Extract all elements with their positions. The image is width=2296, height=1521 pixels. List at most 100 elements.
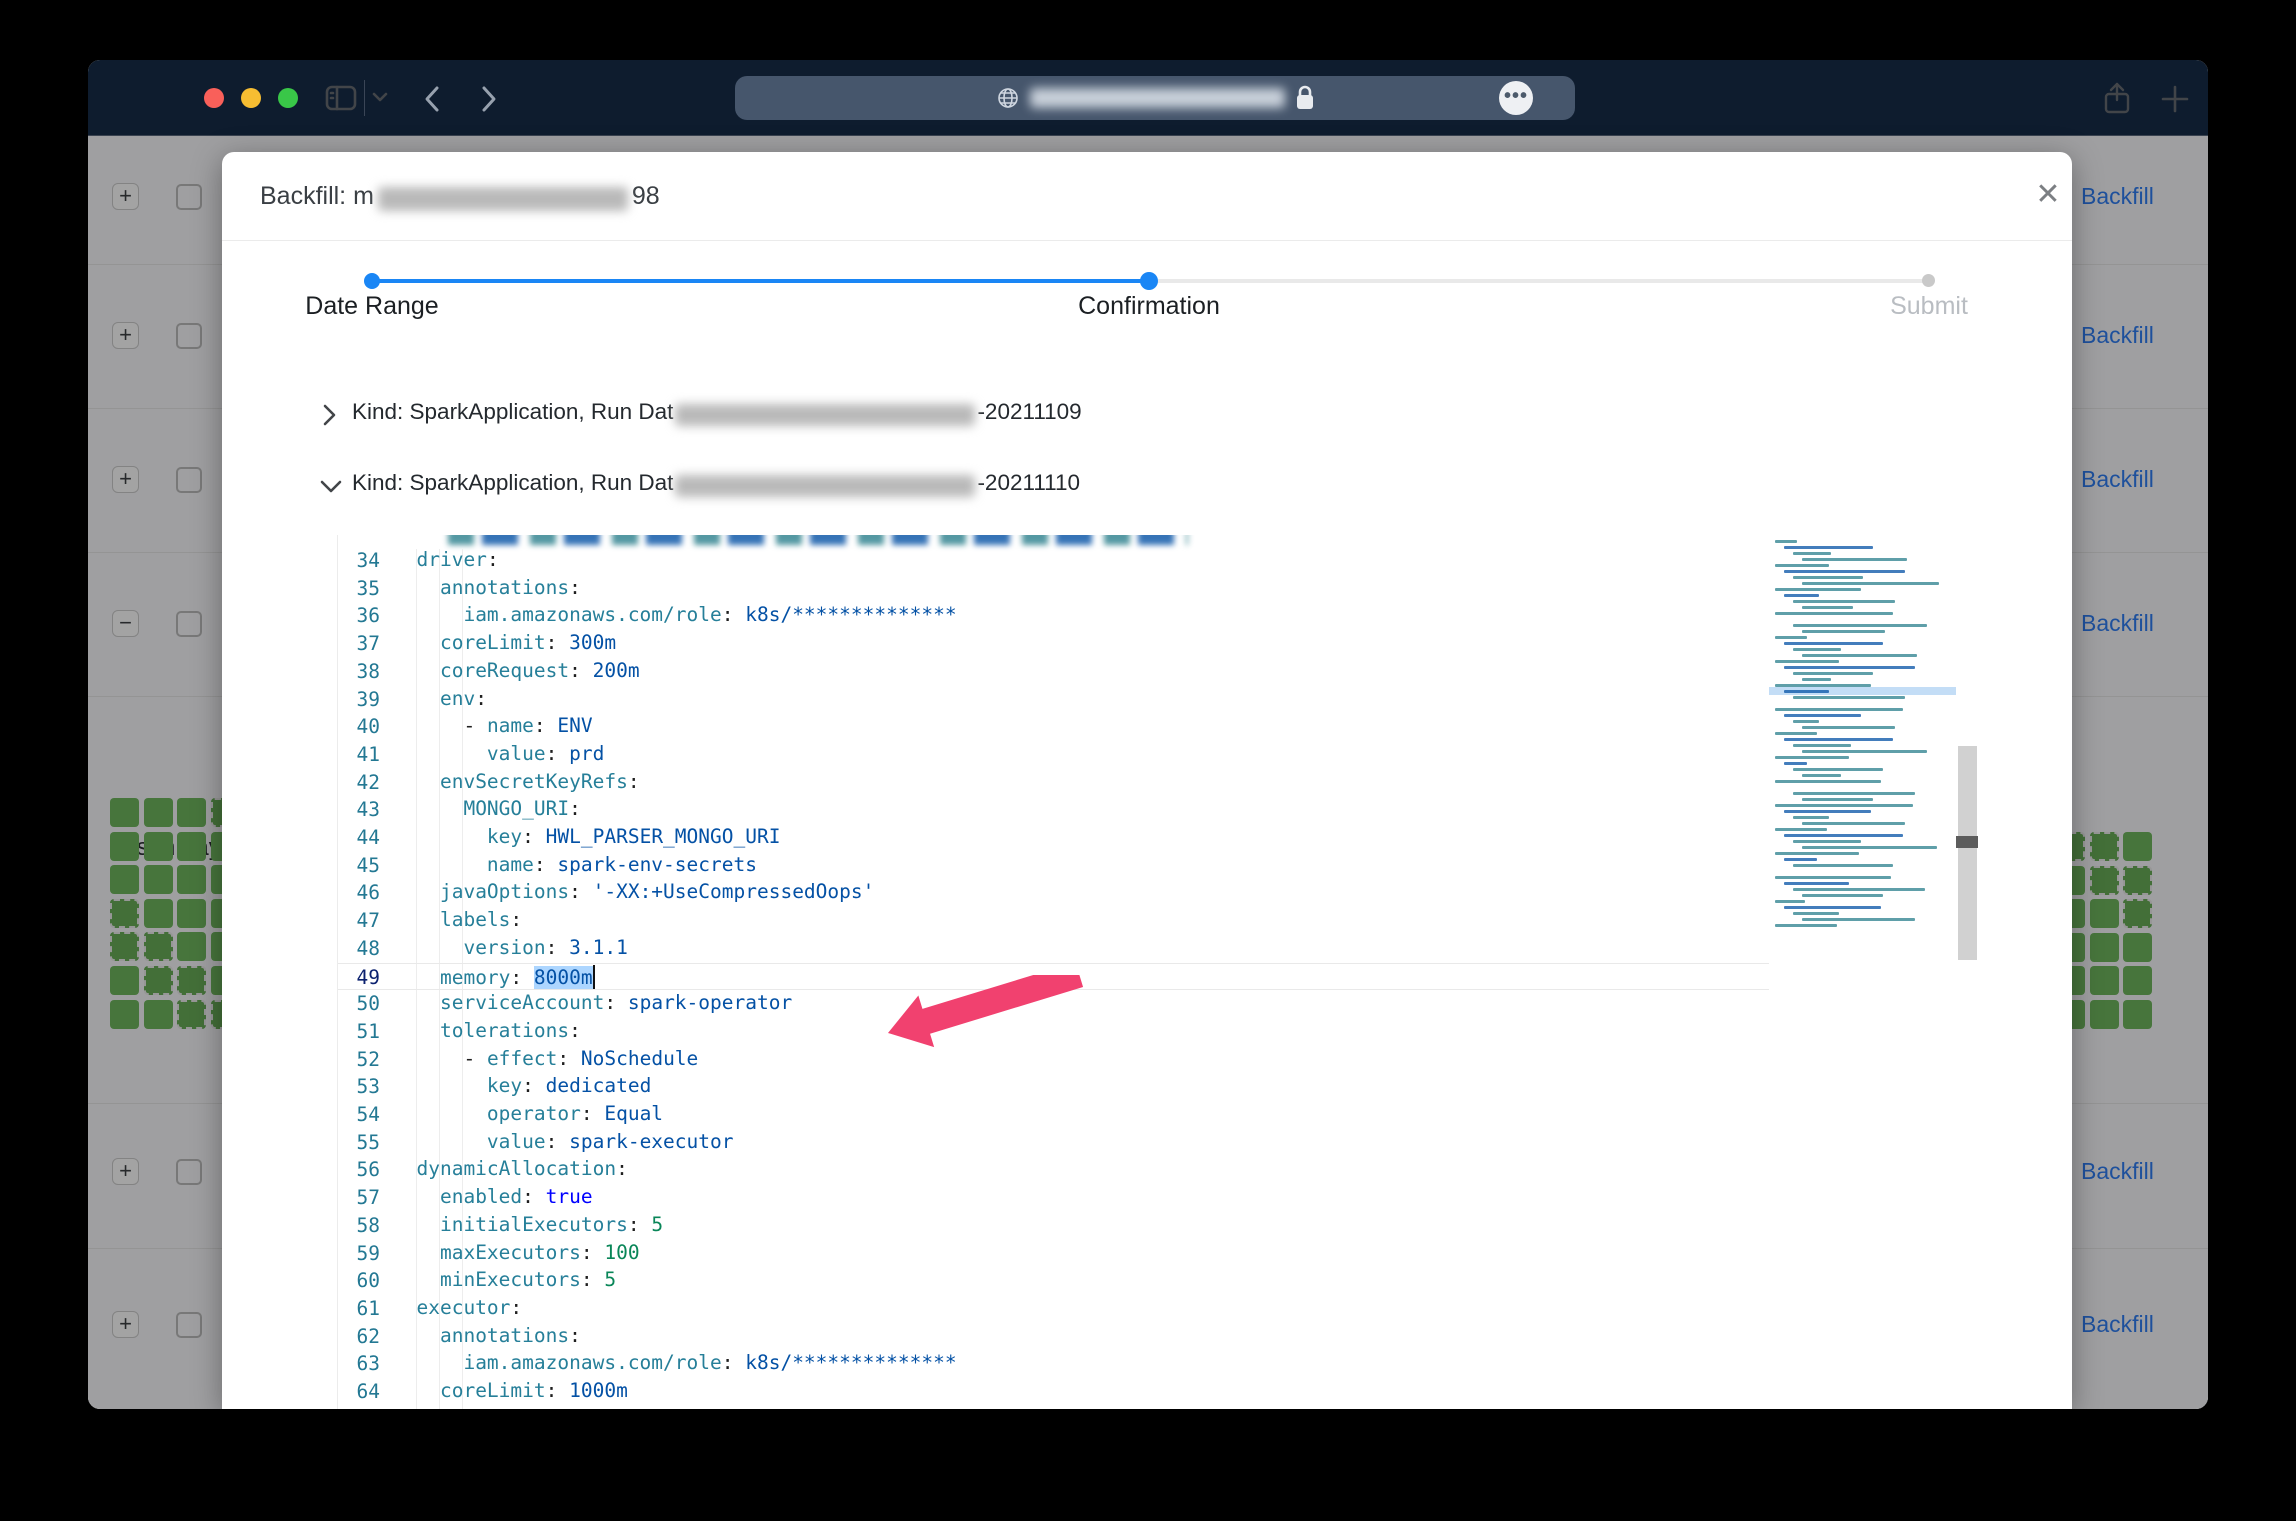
back-icon[interactable] [423,85,441,113]
code-text: - name: ENV [393,714,593,737]
reader-options-icon[interactable]: ••• [1499,81,1533,115]
line-number: 54 [338,1103,380,1126]
code-line: 35 annotations: [338,575,1938,603]
line-number: 61 [338,1297,380,1320]
line-number: 64 [338,1380,380,1403]
code-line: 57 enabled: true [338,1184,1938,1212]
code-text: name: spark-env-secrets [393,853,757,876]
code-text: annotations: [393,576,581,599]
forward-icon[interactable] [480,85,498,113]
minimize-window-button[interactable] [241,88,261,108]
line-number: 60 [338,1269,380,1292]
modal-title-prefix: Backfill: m [260,182,374,210]
line-number: 58 [338,1214,380,1237]
chevron-right-icon [318,402,340,428]
minimap-line [1775,828,1827,831]
code-text: key: HWL_PARSER_MONGO_URI [393,825,780,848]
minimap-line [1775,924,1837,927]
section-header-20211109[interactable]: Kind: SparkApplication, Run Dat-20211109 [318,397,1968,437]
code-text: operator: Equal [393,1102,663,1125]
minimap-line [1793,744,1851,747]
line-number: 43 [338,798,380,821]
step-label-date-range: Date Range [305,292,438,321]
step-line-upcoming [1149,279,1929,283]
line-number: 40 [338,715,380,738]
line-number: 52 [338,1048,380,1071]
code-text: memory: 8000m [393,965,595,989]
backfill-modal: Backfill: m98 ✕ Date Range Confirmation … [222,152,2072,1409]
code-text: value: spark-executor [393,1130,734,1153]
code-line: 37 coreLimit: 300m [338,630,1938,658]
minimap-line [1793,576,1863,579]
line-number: 39 [338,688,380,711]
sidebar-icon[interactable] [325,85,357,111]
line-number: 41 [338,743,380,766]
code-line: 52 - effect: NoSchedule [338,1046,1938,1074]
code-line: 61 executor: [338,1295,1938,1323]
line-number: 38 [338,660,380,683]
minimap-line [1784,762,1807,765]
line-number: 47 [338,909,380,932]
address-bar[interactable]: ••• [735,76,1575,120]
line-number: 59 [338,1242,380,1265]
scrollbar-cursor-marker [1956,836,1978,848]
url-text-redacted [1030,88,1285,108]
modal-title-suffix: 98 [632,182,660,210]
minimap-line [1793,696,1905,699]
code-text: driver: [393,548,499,571]
code-line: 40 - name: ENV [338,713,1938,741]
step-dot-submit [1922,274,1935,287]
code-text: key: dedicated [393,1074,651,1097]
section-label: Kind: SparkApplication, Run Dat-20211110 [352,470,1080,496]
code-text: executor: [393,1296,522,1319]
step-label-confirmation: Confirmation [1078,292,1220,321]
close-window-button[interactable] [204,88,224,108]
minimap-line [1802,606,1853,609]
section-label-prefix: Kind: SparkApplication, Run Dat [352,470,673,495]
browser-toolbar: ••• [88,60,2208,136]
minimap-line [1793,600,1895,603]
minimap-line [1775,900,1805,903]
close-icon[interactable]: ✕ [2030,178,2066,214]
minimap-line [1784,810,1871,813]
code-text: annotations: [393,1324,581,1347]
code-line: 39 env: [338,686,1938,714]
minimap-line [1802,654,1917,657]
line-number: 36 [338,604,380,627]
zoom-window-button[interactable] [278,88,298,108]
code-line: 59 maxExecutors: 100 [338,1240,1938,1268]
code-text: maxExecutors: 100 [393,1241,640,1264]
code-text: tolerations: [393,1019,581,1042]
code-text: initialExecutors: 5 [393,1213,663,1236]
minimap-line [1775,780,1881,783]
yaml-editor[interactable]: 34 driver:35 annotations:36 iam.amazonaw… [337,535,1978,1409]
chevron-down-icon[interactable] [372,92,388,103]
line-number: 57 [338,1186,380,1209]
section-label-prefix: Kind: SparkApplication, Run Dat [352,399,673,424]
code-line: 42 envSecretKeyRefs: [338,769,1938,797]
minimap-line [1775,660,1839,663]
minimap-line [1784,714,1861,717]
minimap-line [1802,918,1915,921]
minimap-line [1784,666,1915,669]
share-icon[interactable] [2102,82,2132,116]
minimap-line [1802,774,1841,777]
line-number: 56 [338,1158,380,1181]
code-line: 51 tolerations: [338,1018,1938,1046]
line-number: 53 [338,1075,380,1098]
minimap-line [1793,816,1829,819]
new-tab-icon[interactable] [2160,84,2190,114]
code-line: 45 name: spark-env-secrets [338,852,1938,880]
code-line: 44 key: HWL_PARSER_MONGO_URI [338,824,1938,852]
minimap-line [1793,672,1873,675]
scrollbar-thumb[interactable] [1958,746,1977,960]
minimap-line [1784,738,1893,741]
minimap[interactable] [1769,535,1956,1409]
minimap-line [1802,558,1907,561]
header-divider [222,240,2072,241]
screenshot-canvas: ••• +Backfill+Backfill+Backfill−Backfill… [0,0,2296,1521]
code-line: 55 value: spark-executor [338,1129,1938,1157]
step-label-submit: Submit [1890,292,1968,321]
section-header-20211110[interactable]: Kind: SparkApplication, Run Dat-20211110 [318,468,1968,508]
minimap-line [1775,612,1893,615]
